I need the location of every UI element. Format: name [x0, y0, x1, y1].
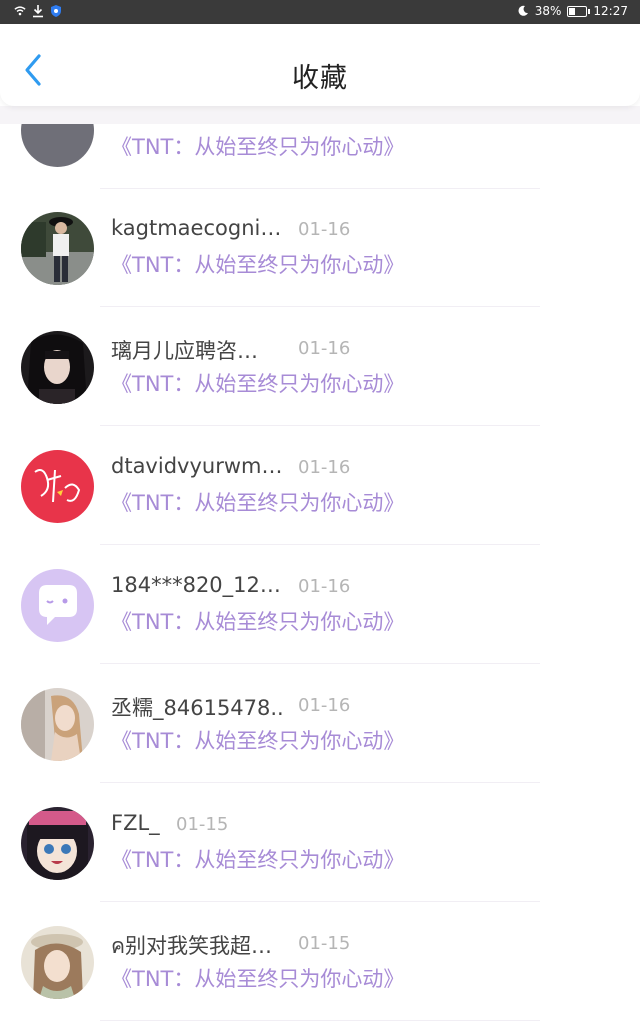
list-item[interactable]: dtavidvyurwm… 01-16 《TNT：从始至终只为你心动》 [0, 426, 640, 545]
avatar[interactable] [21, 688, 94, 761]
list-item[interactable]: kagtmaecogni… 01-16 《TNT：从始至终只为你心动》 [0, 188, 640, 307]
list-item[interactable]: 璃月儿应聘咨… 01-16 《TNT：从始至终只为你心动》 [0, 307, 640, 426]
item-username: kagtmaecogni… [111, 216, 282, 240]
item-message: 《TNT：从始至终只为你心动》 [111, 372, 405, 396]
item-message: 《TNT：从始至终只为你心动》 [111, 848, 405, 872]
item-message: 《TNT：从始至终只为你心动》 [111, 729, 405, 753]
divider [100, 1020, 540, 1021]
item-username: 丞糯_84615478.. [111, 696, 284, 720]
avatar[interactable] [21, 212, 94, 285]
item-date: 01-16 [298, 457, 351, 478]
avatar[interactable] [21, 926, 94, 999]
list-item[interactable]: FZL_ 01-15 《TNT：从始至终只为你心动》 [0, 783, 640, 902]
photo-avatar-icon [21, 212, 94, 285]
item-date: 01-16 [298, 338, 351, 359]
item-message: 《TNT：从始至终只为你心动》 [111, 967, 405, 991]
item-message: 《TNT：从始至终只为你心动》 [111, 253, 405, 277]
moon-icon [518, 5, 528, 16]
shield-icon [51, 5, 61, 17]
avatar[interactable] [21, 331, 94, 404]
avatar[interactable] [21, 569, 94, 642]
item-message: 《TNT：从始至终只为你心动》 [111, 491, 405, 515]
item-date: 01-16 [298, 219, 351, 240]
item-date: 01-15 [298, 933, 351, 954]
wifi-icon [14, 6, 26, 16]
avatar[interactable] [21, 450, 94, 523]
header-spacer [0, 106, 640, 124]
status-left-icons [14, 4, 62, 18]
item-date: 01-15 [176, 814, 229, 835]
photo-avatar-icon [21, 688, 94, 761]
item-username: ค别对我笑我超… [111, 934, 273, 958]
list-item[interactable]: 《TNT：从始至终只为你心动》 [0, 124, 640, 189]
illustration-avatar-icon [21, 926, 94, 999]
header: 收藏 [0, 24, 640, 106]
item-message: 《TNT：从始至终只为你心动》 [111, 135, 405, 159]
status-right: 38% 12:27 [517, 4, 628, 18]
avatar[interactable] [21, 807, 94, 880]
anime-avatar-icon [21, 807, 94, 880]
item-username: 184***820_123.. [111, 573, 286, 597]
photo-avatar-icon [21, 331, 94, 404]
list-item[interactable]: ค别对我笑我超… 01-15 《TNT：从始至终只为你心动》 [0, 902, 640, 1021]
page-title: 收藏 [292, 63, 348, 94]
item-username: 璃月儿应聘咨… [111, 339, 258, 363]
battery-percent: 38% [534, 4, 562, 18]
list-item[interactable]: 184***820_123.. 01-16 《TNT：从始至终只为你心动》 [0, 545, 640, 664]
clock: 12:27 [593, 4, 628, 18]
item-username: dtavidvyurwm… [111, 454, 283, 478]
status-bar: 38% 12:27 [0, 0, 640, 24]
list-item[interactable]: 丞糯_84615478.. 01-16 《TNT：从始至终只为你心动》 [0, 664, 640, 783]
item-date: 01-16 [298, 576, 351, 597]
download-icon [33, 5, 43, 18]
battery-icon [567, 5, 591, 17]
favorites-list: 《TNT：从始至终只为你心动》 kagtmaecogni… 01-16 《TNT… [0, 124, 640, 1024]
red-signature-avatar-icon [21, 450, 94, 523]
chat-bubble-avatar-icon [21, 569, 94, 642]
avatar [21, 124, 94, 167]
item-date: 01-16 [298, 695, 351, 716]
item-message: 《TNT：从始至终只为你心动》 [111, 610, 405, 634]
